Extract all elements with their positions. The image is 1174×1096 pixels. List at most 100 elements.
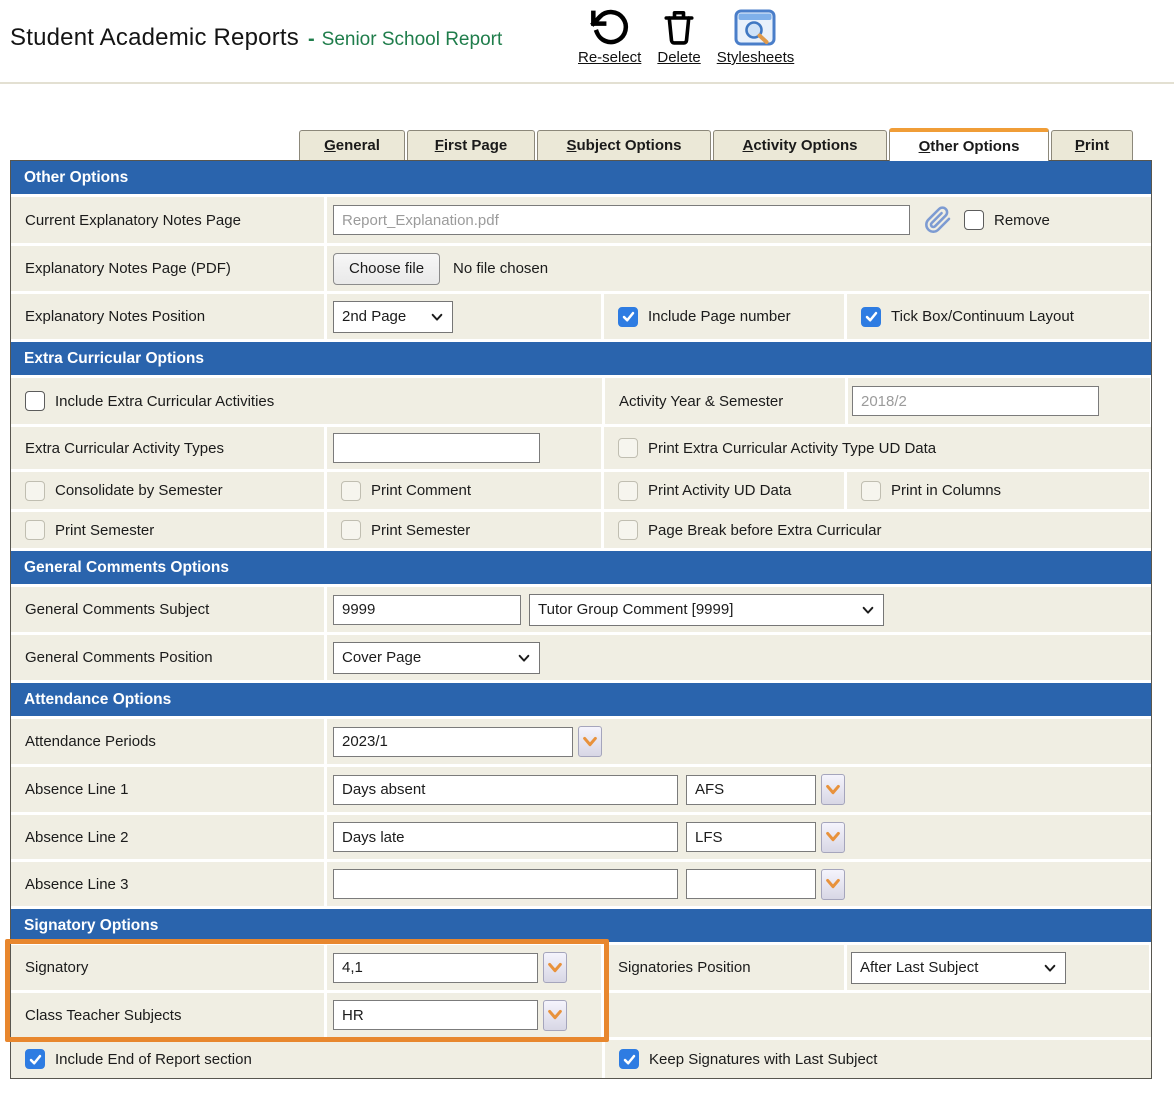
absence-line1-text-input[interactable]: [333, 775, 678, 805]
class-teacher-label: Class Teacher Subjects: [25, 1007, 181, 1024]
row-attendance-periods: Attendance Periods: [11, 719, 1151, 764]
print-activity-ud-label: Print Activity UD Data: [648, 482, 791, 499]
class-teacher-lookup-button[interactable]: [543, 1000, 567, 1031]
class-teacher-input[interactable]: [333, 1000, 538, 1030]
row-absence-line-3: Absence Line 3: [11, 862, 1151, 906]
tick-box-layout-checkbox[interactable]: [861, 307, 881, 327]
row-class-teacher-subjects: Class Teacher Subjects: [11, 993, 1151, 1037]
section-header-other-options: Other Options: [11, 161, 1151, 194]
current-notes-input: [333, 205, 910, 235]
print-comment-label: Print Comment: [371, 482, 471, 499]
page-header: Student Academic Reports - Senior School…: [0, 0, 1174, 84]
attendance-periods-input[interactable]: [333, 727, 573, 757]
tab-first-page[interactable]: First Page: [407, 130, 535, 160]
delete-button[interactable]: Delete: [657, 5, 700, 66]
signatories-position-select[interactable]: After Last Subject: [851, 952, 1066, 984]
keep-signatures-checkbox[interactable]: [619, 1049, 639, 1069]
row-include-extra-curricular: Include Extra Curricular Activities Acti…: [11, 378, 1151, 424]
orange-chevron-down-icon: [582, 735, 598, 749]
page-break-label: Page Break before Extra Curricular: [648, 522, 881, 539]
row-activity-types: Extra Curricular Activity Types Print Ex…: [11, 427, 1151, 469]
print-in-columns-checkbox: [861, 481, 881, 501]
absence-line2-code-input[interactable]: [686, 822, 816, 852]
remove-checkbox[interactable]: [964, 210, 984, 230]
row-absence-line-2: Absence Line 2: [11, 815, 1151, 859]
section-header-general-comments: General Comments Options: [11, 551, 1151, 584]
absence-line2-label: Absence Line 2: [25, 829, 128, 846]
report-name: Senior School Report: [322, 29, 503, 51]
page-break-checkbox: [618, 520, 638, 540]
section-header-extra-curricular: Extra Curricular Options: [11, 342, 1151, 375]
absence-line2-lookup-button[interactable]: [821, 822, 845, 853]
toolbar: Re-select Delete Stylesheet: [578, 5, 794, 66]
print-semester-mid-checkbox: [341, 520, 361, 540]
row-general-comments-subject: General Comments Subject Tutor Group Com…: [11, 587, 1151, 632]
attendance-periods-lookup-button[interactable]: [578, 726, 602, 757]
absence-line1-lookup-button[interactable]: [821, 774, 845, 805]
chevron-down-icon: [861, 603, 875, 617]
settings-panel: Other Options Current Explanatory Notes …: [10, 160, 1152, 1079]
row-extra-curricular-checks-2: Print Semester Print Semester Page Break…: [11, 512, 1151, 548]
absence-line3-code-input[interactable]: [686, 869, 816, 899]
row-current-explanatory-notes: Current Explanatory Notes Page Remove: [11, 197, 1151, 243]
orange-chevron-down-icon: [825, 783, 841, 797]
signatory-label: Signatory: [25, 959, 88, 976]
orange-chevron-down-icon: [825, 877, 841, 891]
file-status-text: No file chosen: [453, 260, 548, 277]
choose-file-button[interactable]: Choose file: [333, 253, 440, 285]
chevron-down-icon: [517, 651, 531, 665]
tab-print[interactable]: Print: [1051, 130, 1133, 160]
gc-subject-select[interactable]: Tutor Group Comment [9999]: [529, 594, 884, 626]
include-end-of-report-label: Include End of Report section: [55, 1051, 252, 1068]
paperclip-icon[interactable]: [924, 206, 952, 234]
absence-line1-label: Absence Line 1: [25, 781, 128, 798]
absence-line3-text-input[interactable]: [333, 869, 678, 899]
print-type-ud-label: Print Extra Curricular Activity Type UD …: [648, 440, 936, 457]
stylesheets-button[interactable]: Stylesheets: [717, 5, 795, 66]
absence-line2-text-input[interactable]: [333, 822, 678, 852]
reselect-button[interactable]: Re-select: [578, 5, 641, 66]
print-semester-left-label: Print Semester: [55, 522, 154, 539]
undo-icon: [590, 5, 630, 47]
orange-chevron-down-icon: [825, 830, 841, 844]
gc-position-label: General Comments Position: [25, 649, 213, 666]
signatories-position-label: Signatories Position: [618, 959, 751, 976]
absence-line3-lookup-button[interactable]: [821, 869, 845, 900]
row-signatory: Signatory Signatories Position After Las…: [11, 945, 1151, 990]
notes-position-select[interactable]: 2nd Page: [333, 301, 453, 333]
tab-other-options[interactable]: Other Options: [889, 128, 1049, 161]
include-page-number-checkbox[interactable]: [618, 307, 638, 327]
notes-pdf-label: Explanatory Notes Page (PDF): [25, 260, 231, 277]
tab-general[interactable]: General: [299, 130, 405, 160]
absence-line3-label: Absence Line 3: [25, 876, 128, 893]
notes-position-label: Explanatory Notes Position: [25, 308, 205, 325]
absence-line1-code-input[interactable]: [686, 775, 816, 805]
title-dash: -: [308, 28, 315, 51]
include-end-of-report-checkbox[interactable]: [25, 1049, 45, 1069]
stylesheets-label: Stylesheets: [717, 49, 795, 66]
gc-subject-input[interactable]: [333, 595, 521, 625]
print-in-columns-label: Print in Columns: [891, 482, 1001, 499]
trash-icon: [661, 5, 697, 47]
orange-chevron-down-icon: [547, 1008, 563, 1022]
include-extra-curricular-checkbox[interactable]: [25, 391, 45, 411]
delete-label: Delete: [657, 49, 700, 66]
section-header-signatory: Signatory Options: [11, 909, 1151, 942]
signatory-input[interactable]: [333, 953, 538, 983]
consolidate-semester-checkbox: [25, 481, 45, 501]
tick-box-layout-label: Tick Box/Continuum Layout: [891, 308, 1074, 325]
attendance-periods-label: Attendance Periods: [25, 733, 156, 750]
row-extra-curricular-checks-1: Consolidate by Semester Print Comment Pr…: [11, 472, 1151, 509]
signatory-lookup-button[interactable]: [543, 952, 567, 983]
include-page-number-label: Include Page number: [648, 308, 791, 325]
activity-types-input[interactable]: [333, 433, 540, 463]
row-notes-position: Explanatory Notes Position 2nd Page Incl…: [11, 294, 1151, 339]
stylesheet-search-icon: [734, 5, 776, 47]
reselect-label: Re-select: [578, 49, 641, 66]
gc-position-select[interactable]: Cover Page: [333, 642, 540, 674]
empty-cell: [604, 993, 1151, 1037]
consolidate-semester-label: Consolidate by Semester: [55, 482, 223, 499]
tab-activity-options[interactable]: Activity Options: [713, 130, 887, 160]
tab-subject-options[interactable]: Subject Options: [537, 130, 711, 160]
orange-chevron-down-icon: [547, 961, 563, 975]
